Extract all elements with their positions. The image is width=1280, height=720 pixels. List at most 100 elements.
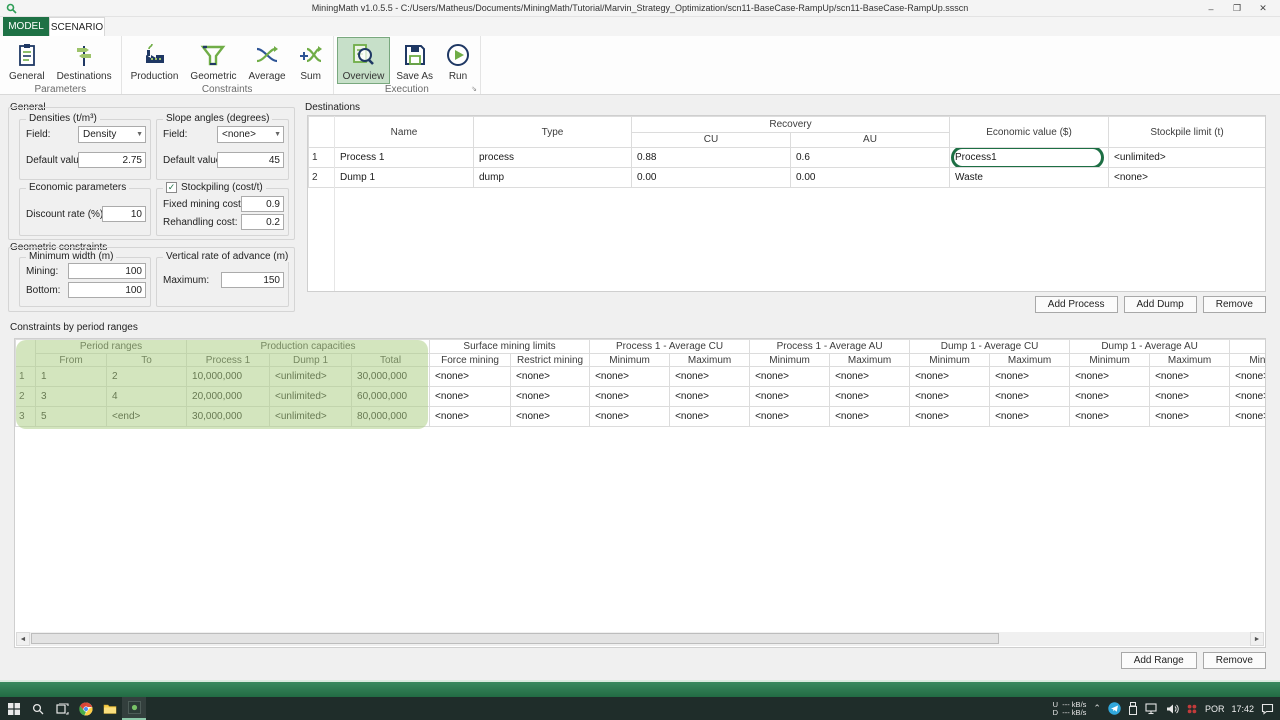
period-cell[interactable]: <none>: [1070, 407, 1150, 427]
column-group-header[interactable]: Surface mining limits: [430, 340, 590, 354]
period-cell[interactable]: <none>: [430, 387, 511, 407]
period-cell[interactable]: <none>: [910, 367, 990, 387]
start-button[interactable]: [2, 697, 26, 720]
col-header-cu[interactable]: CU: [632, 132, 791, 148]
period-cell[interactable]: <none>: [430, 367, 511, 387]
period-cell[interactable]: 30,000,000: [352, 367, 430, 387]
file-explorer-icon[interactable]: [98, 697, 122, 720]
remove-range-button[interactable]: Remove: [1203, 652, 1266, 669]
period-cell[interactable]: <none>: [910, 387, 990, 407]
save-as-button[interactable]: Save As: [390, 37, 439, 84]
period-cell[interactable]: <unlimited>: [270, 367, 352, 387]
tab-model[interactable]: MODEL: [3, 17, 49, 36]
period-cell[interactable]: <none>: [830, 367, 910, 387]
period-cell[interactable]: <none>: [1150, 407, 1230, 427]
column-group-header[interactable]: Dump 1 - Average AU: [1070, 340, 1230, 354]
economic-value-cell[interactable]: Process1: [950, 148, 1109, 168]
period-cell[interactable]: <none>: [511, 387, 590, 407]
period-cell[interactable]: <none>: [750, 387, 830, 407]
miningmath-taskbar-icon[interactable]: [122, 697, 146, 720]
column-header[interactable]: Maximum: [830, 354, 910, 367]
column-header[interactable]: Maximum: [670, 354, 750, 367]
stockpiling-checkbox[interactable]: ✓: [166, 182, 177, 193]
period-cell[interactable]: <none>: [750, 367, 830, 387]
column-group-header[interactable]: Period ranges: [36, 340, 187, 354]
col-header-stockpile[interactable]: Stockpile limit (t): [1109, 117, 1266, 148]
column-header[interactable]: Force mining: [430, 354, 511, 367]
destination-type-cell[interactable]: dump: [474, 168, 632, 188]
column-group-header[interactable]: Dump 1 - Average CU: [910, 340, 1070, 354]
destination-type-cell[interactable]: process: [474, 148, 632, 168]
period-cell[interactable]: <none>: [670, 367, 750, 387]
period-cell[interactable]: <none>: [1230, 387, 1266, 407]
period-cell[interactable]: <none>: [590, 407, 670, 427]
col-header-name[interactable]: Name: [335, 117, 474, 148]
language-indicator[interactable]: POR: [1205, 704, 1225, 714]
period-cell[interactable]: <end>: [107, 407, 187, 427]
add-dump-button[interactable]: Add Dump: [1124, 296, 1197, 313]
column-header[interactable]: Total: [352, 354, 430, 367]
period-cell[interactable]: 30,000,000: [187, 407, 270, 427]
chrome-icon[interactable]: [74, 697, 98, 720]
telegram-icon[interactable]: [1108, 702, 1121, 715]
run-button[interactable]: Run: [439, 37, 477, 84]
period-cell[interactable]: <none>: [1150, 387, 1230, 407]
tab-scenario[interactable]: SCENARIO: [49, 17, 105, 36]
col-header-economic[interactable]: Economic value ($): [950, 117, 1109, 148]
notification-center-icon[interactable]: [1261, 703, 1274, 715]
densities-field-combo[interactable]: Density▼: [78, 126, 146, 143]
recovery-cu-cell[interactable]: 0.88: [632, 148, 791, 168]
column-header[interactable]: Maximum: [990, 354, 1070, 367]
column-group-header[interactable]: Process 1 - Average AU: [750, 340, 910, 354]
column-header[interactable]: Restrict mining: [511, 354, 590, 367]
mining-input[interactable]: 100: [68, 263, 146, 279]
remove-destination-button[interactable]: Remove: [1203, 296, 1266, 313]
add-range-button[interactable]: Add Range: [1121, 652, 1197, 669]
period-cell[interactable]: 80,000,000: [352, 407, 430, 427]
column-group-header[interactable]: Process 1 - Average CU: [590, 340, 750, 354]
period-cell[interactable]: <none>: [990, 367, 1070, 387]
stockpile-limit-cell[interactable]: <unlimited>: [1109, 148, 1266, 168]
period-cell[interactable]: 2: [107, 367, 187, 387]
recovery-cu-cell[interactable]: 0.00: [632, 168, 791, 188]
period-cell[interactable]: <none>: [830, 407, 910, 427]
hidden-icons-chevron[interactable]: ⌃: [1093, 703, 1101, 714]
recovery-au-cell[interactable]: 0.6: [791, 148, 950, 168]
close-button[interactable]: ✕: [1250, 0, 1276, 17]
horizontal-scrollbar[interactable]: ◄ ►: [16, 632, 1264, 646]
rehandling-cost-input[interactable]: 0.2: [241, 214, 284, 230]
period-cell[interactable]: 5: [36, 407, 107, 427]
restore-button[interactable]: ❐: [1224, 0, 1250, 17]
period-cell[interactable]: <none>: [511, 367, 590, 387]
period-cell[interactable]: <none>: [590, 367, 670, 387]
volume-icon[interactable]: [1166, 703, 1179, 715]
period-cell[interactable]: <none>: [1070, 367, 1150, 387]
period-cell[interactable]: <none>: [1230, 407, 1266, 427]
antivirus-icon[interactable]: [1186, 703, 1198, 715]
column-header[interactable]: Minimum: [750, 354, 830, 367]
period-cell[interactable]: <none>: [670, 387, 750, 407]
column-header[interactable]: From: [36, 354, 107, 367]
period-cell[interactable]: <none>: [1150, 367, 1230, 387]
slope-field-combo[interactable]: <none>▼: [217, 126, 284, 143]
scrollbar-track[interactable]: [30, 632, 1250, 646]
destinations-button[interactable]: Destinations: [51, 37, 118, 84]
period-cell[interactable]: <none>: [511, 407, 590, 427]
column-header[interactable]: To: [107, 354, 187, 367]
destination-name-cell[interactable]: Dump 1: [335, 168, 474, 188]
column-header[interactable]: Minimum: [590, 354, 670, 367]
dialog-launcher-icon[interactable]: ⇘: [471, 85, 477, 93]
period-cell[interactable]: <none>: [990, 407, 1070, 427]
col-header-type[interactable]: Type: [474, 117, 632, 148]
column-header[interactable]: Dump 1: [270, 354, 352, 367]
geometric-button[interactable]: Geometric: [184, 37, 242, 84]
period-cell[interactable]: <none>: [590, 387, 670, 407]
period-cell[interactable]: 3: [36, 387, 107, 407]
scroll-right-icon[interactable]: ►: [1250, 632, 1264, 646]
period-cell[interactable]: <none>: [750, 407, 830, 427]
fixed-mining-cost-input[interactable]: 0.9: [241, 196, 284, 212]
taskbar-clock[interactable]: 17:42: [1231, 704, 1254, 714]
minimize-button[interactable]: –: [1198, 0, 1224, 17]
general-button[interactable]: General: [3, 37, 51, 84]
period-cell[interactable]: <none>: [430, 407, 511, 427]
